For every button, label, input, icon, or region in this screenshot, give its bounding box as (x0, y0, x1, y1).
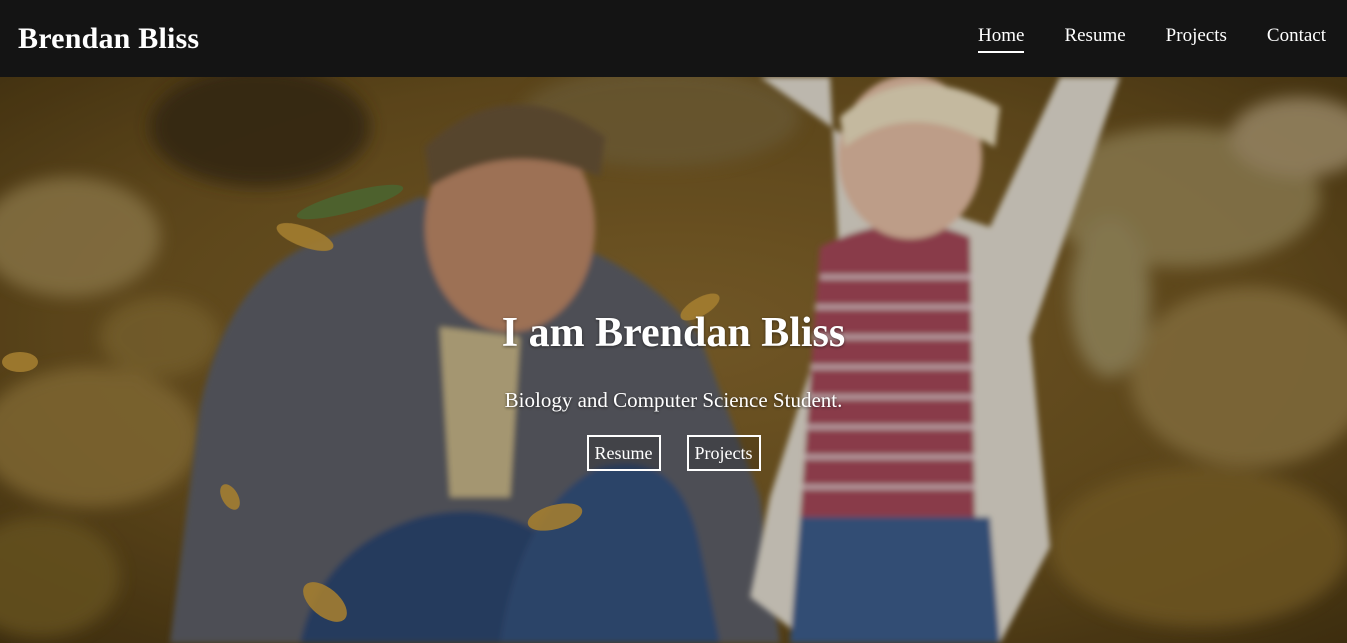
hero-content: I am Brendan Bliss Biology and Computer … (0, 77, 1347, 643)
hero-section: I am Brendan Bliss Biology and Computer … (0, 77, 1347, 643)
hero-subtitle: Biology and Computer Science Student. (504, 388, 843, 412)
resume-button[interactable]: Resume (586, 435, 661, 471)
site-brand[interactable]: Brendan Bliss (18, 22, 199, 56)
nav-home-link[interactable]: Home (978, 25, 1025, 53)
nav-contact-link[interactable]: Contact (1267, 25, 1326, 53)
hero-buttons: Resume Projects (0, 435, 1347, 471)
main-nav: Home Resume Projects Contact (938, 25, 1326, 53)
nav-resume-link[interactable]: Resume (1064, 25, 1125, 53)
hero-title: I am Brendan Bliss (501, 310, 846, 356)
nav-projects-link[interactable]: Projects (1166, 25, 1227, 53)
projects-button[interactable]: Projects (686, 435, 761, 471)
navbar: Brendan Bliss Home Resume Projects Conta… (0, 0, 1347, 77)
